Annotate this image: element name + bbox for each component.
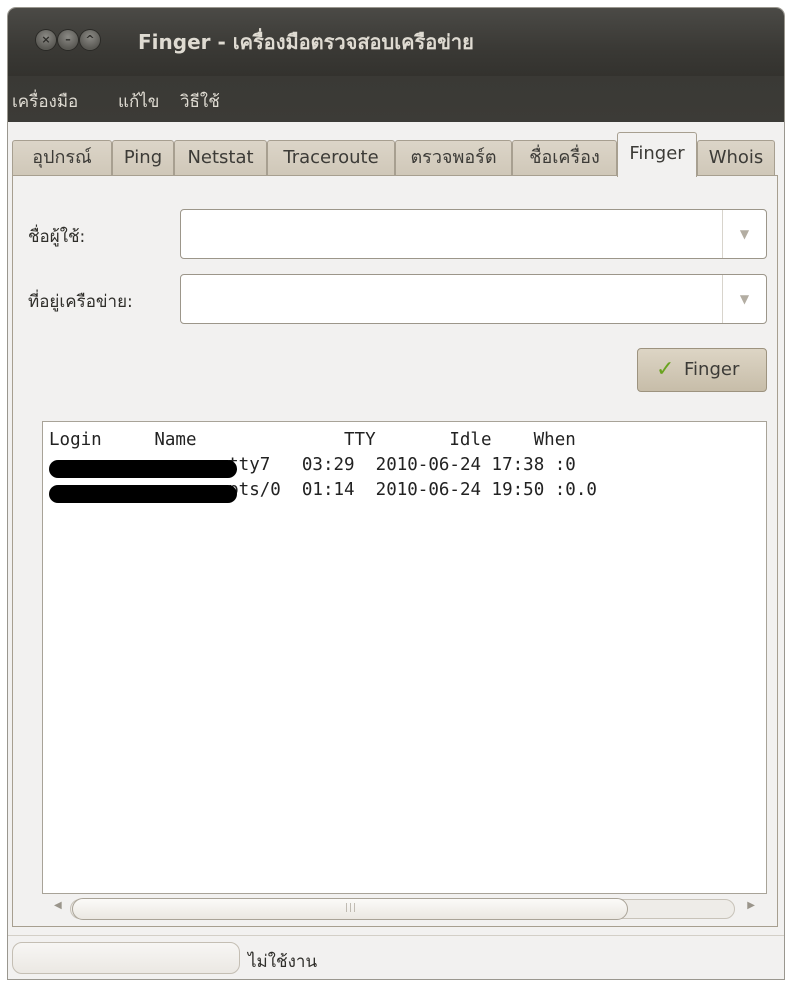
menu-help[interactable]: วิธีใช้ xyxy=(180,88,220,115)
close-button[interactable]: × xyxy=(36,30,56,50)
progress-bar xyxy=(12,942,240,974)
menu-bar: เครื่องมือ แก้ไข วิธีใช้ xyxy=(8,76,784,122)
scroll-thumb[interactable]: ||| xyxy=(72,898,628,920)
main-content: อุปกรณ์ Ping Netstat Traceroute ตรวจพอร์… xyxy=(8,122,784,979)
finger-window: × – ^ Finger - เครื่องมือตรวจสอบเครือข่า… xyxy=(8,8,784,979)
status-text: ไม่ใช้งาน xyxy=(248,952,318,972)
username-input[interactable] xyxy=(187,218,711,252)
scroll-right-icon[interactable]: ▶ xyxy=(747,900,755,911)
output-header: Login Name TTY Idle When xyxy=(49,430,576,450)
menu-edit[interactable]: แก้ไข xyxy=(118,88,159,115)
menu-tools[interactable]: เครื่องมือ xyxy=(12,88,78,115)
tab-ping[interactable]: Ping xyxy=(112,140,174,176)
username-label: ชื่อผู้ใช้: xyxy=(28,227,86,247)
address-label: ที่อยู่เครือข่าย: xyxy=(28,292,133,312)
output-area[interactable]: Login Name TTY Idle When tty7 03:29 2010… xyxy=(42,421,767,894)
username-combo[interactable]: ▼ xyxy=(180,209,767,259)
scroll-left-icon[interactable]: ◀ xyxy=(54,900,62,911)
grip-icon: ||| xyxy=(345,903,358,913)
tab-finger[interactable]: Finger xyxy=(617,132,697,177)
tab-whois[interactable]: Whois xyxy=(697,140,775,176)
window-title: Finger - เครื่องมือตรวจสอบเครือข่าย xyxy=(138,30,474,54)
maximize-button[interactable]: ^ xyxy=(80,30,100,50)
check-icon: ✓ xyxy=(656,357,675,382)
chevron-down-icon[interactable]: ▼ xyxy=(722,210,766,258)
chevron-down-icon[interactable]: ▼ xyxy=(722,275,766,323)
horizontal-scrollbar[interactable]: ◀ ||| ▶ xyxy=(42,894,767,924)
finger-button[interactable]: ✓ Finger xyxy=(637,348,767,392)
tab-netstat[interactable]: Netstat xyxy=(174,140,267,176)
tab-traceroute[interactable]: Traceroute xyxy=(267,140,395,176)
minimize-button[interactable]: – xyxy=(58,30,78,50)
tab-lookup[interactable]: ชื่อเครื่อง xyxy=(512,140,617,176)
redacted-login-name xyxy=(49,460,237,478)
finger-button-label: Finger xyxy=(684,359,740,380)
address-input[interactable] xyxy=(187,283,711,317)
address-combo[interactable]: ▼ xyxy=(180,274,767,324)
title-bar: × – ^ Finger - เครื่องมือตรวจสอบเครือข่า… xyxy=(8,8,784,76)
tab-port-scan[interactable]: ตรวจพอร์ต xyxy=(395,140,512,176)
status-bar: ไม่ใช้งาน xyxy=(8,935,784,979)
redacted-login-name xyxy=(49,485,237,503)
tab-bar: อุปกรณ์ Ping Netstat Traceroute ตรวจพอร์… xyxy=(12,132,780,177)
tab-devices[interactable]: อุปกรณ์ xyxy=(12,140,112,176)
